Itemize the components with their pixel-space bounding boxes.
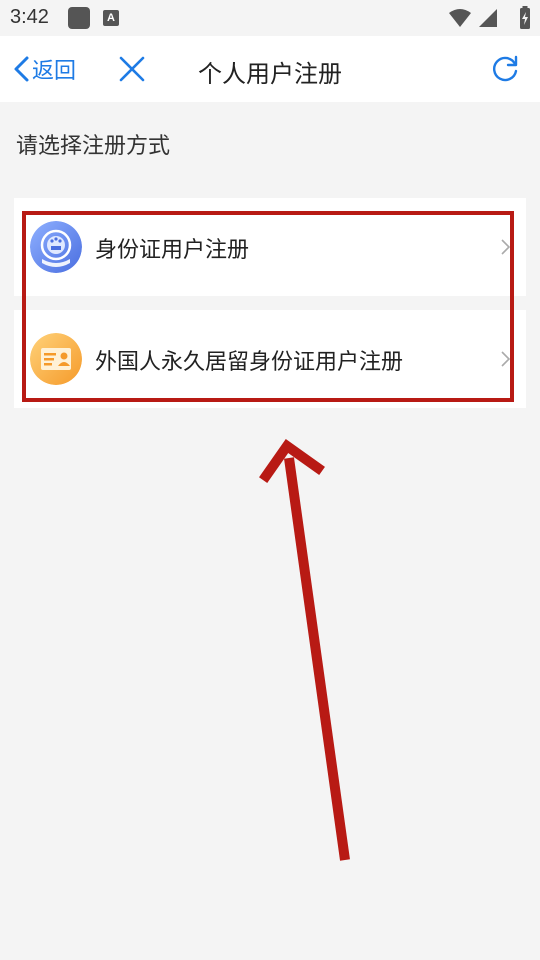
back-label: 返回	[32, 59, 77, 84]
refresh-button[interactable]	[490, 54, 520, 84]
text-notification-icon: A	[103, 10, 119, 26]
section-heading: 请选择注册方式	[16, 134, 171, 159]
nav-bar: 返回 个人用户注册	[0, 36, 540, 102]
wifi-icon	[449, 9, 471, 27]
refresh-icon	[492, 55, 518, 82]
id-card-registration-option[interactable]: 身份证用户注册	[14, 198, 526, 296]
close-icon	[119, 56, 145, 82]
battery-charging-icon	[520, 6, 530, 29]
status-time: 3:42	[10, 6, 49, 28]
national-emblem-icon	[30, 221, 82, 273]
cellular-signal-icon	[479, 9, 497, 27]
chevron-right-icon	[501, 351, 510, 367]
app-notification-icon	[68, 7, 90, 29]
back-button[interactable]: 返回	[12, 50, 76, 88]
status-bar: 3:42 A	[0, 0, 540, 36]
permanent-residence-card-icon	[30, 333, 82, 385]
option-label: 外国人永久居留身份证用户注册	[95, 350, 404, 375]
permanent-residence-registration-option[interactable]: 外国人永久居留身份证用户注册	[14, 310, 526, 408]
close-button[interactable]	[117, 54, 147, 84]
chevron-right-icon	[501, 239, 510, 255]
page-title: 个人用户注册	[198, 60, 342, 88]
option-label: 身份证用户注册	[95, 238, 250, 263]
chevron-left-icon	[14, 56, 29, 82]
